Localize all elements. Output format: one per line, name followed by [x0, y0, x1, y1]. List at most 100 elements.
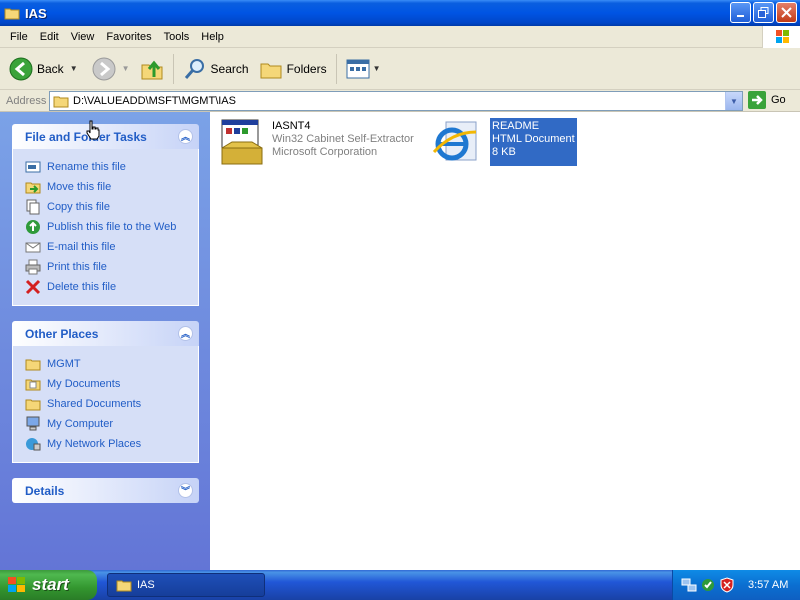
windows-flag-icon [8, 577, 25, 592]
task-email[interactable]: E-mail this file [25, 237, 198, 257]
place-label: My Computer [47, 418, 114, 430]
task-publish[interactable]: Publish this file to the Web [25, 217, 198, 237]
window-title: IAS [25, 5, 47, 21]
other-places-panel: Other Places ︽ MGMT My Documents Shared … [12, 321, 199, 463]
address-field[interactable]: D:\VALUEADD\MSFT\MGMT\IAS ▼ [49, 91, 743, 111]
menu-view[interactable]: View [65, 31, 101, 43]
go-button[interactable]: Go [748, 91, 786, 109]
place-mgmt[interactable]: MGMT [25, 354, 198, 374]
views-icon [346, 59, 370, 78]
up-folder-icon [141, 60, 163, 79]
menu-file[interactable]: File [4, 31, 34, 43]
address-bar: Address D:\VALUEADD\MSFT\MGMT\IAS ▼ Go [0, 90, 800, 112]
place-label: My Network Places [47, 438, 142, 450]
folders-button[interactable]: Folders [256, 52, 330, 86]
folders-icon [260, 63, 282, 78]
menu-favorites[interactable]: Favorites [100, 31, 157, 43]
security-shield-icon[interactable] [719, 577, 735, 593]
copy-icon [25, 199, 41, 215]
place-network[interactable]: My Network Places [25, 434, 198, 454]
printer-icon [25, 259, 41, 275]
taskbar-item-ias[interactable]: IAS [107, 573, 265, 597]
chevron-down-icon: ▼ [730, 96, 738, 106]
ie-html-icon [432, 118, 480, 166]
panel-title: Details [25, 483, 65, 498]
place-label: My Documents [47, 378, 121, 390]
collapse-icon[interactable]: ︽ [178, 129, 193, 144]
my-documents-icon [25, 376, 41, 392]
task-print[interactable]: Print this file [25, 257, 198, 277]
go-label: Go [771, 94, 786, 106]
chevron-down-icon[interactable]: ▼ [70, 64, 78, 73]
menu-edit[interactable]: Edit [34, 31, 65, 43]
file-list: IASNT4 Win32 Cabinet Self-Extractor Micr… [210, 112, 800, 570]
back-button[interactable]: Back ▼ [6, 52, 81, 86]
installer-icon [218, 118, 266, 166]
chevron-down-icon[interactable]: ▼ [122, 64, 130, 73]
title-bar: IAS [0, 0, 800, 26]
toolbar-separator [335, 53, 337, 84]
task-move[interactable]: Move this file [25, 177, 198, 197]
file-company: Microsoft Corporation [272, 146, 378, 158]
rename-icon [25, 159, 41, 175]
address-path: D:\VALUEADD\MSFT\MGMT\IAS [73, 95, 236, 107]
file-size: 8 KB [492, 146, 516, 158]
task-label: Rename this file [47, 161, 126, 173]
task-label: Publish this file to the Web [47, 221, 177, 233]
move-icon [25, 179, 41, 195]
update-tray-icon[interactable] [700, 577, 716, 593]
windows-logo [762, 26, 800, 48]
network-places-icon [25, 436, 41, 452]
task-label: Print this file [47, 261, 107, 273]
file-item-iasnt4[interactable]: IASNT4 Win32 Cabinet Self-Extractor Micr… [218, 118, 414, 166]
expand-icon[interactable]: ︾ [178, 483, 193, 498]
file-folder-tasks-panel: File and Folder Tasks ︽ Rename this file… [12, 124, 199, 306]
file-type: HTML Document [492, 133, 575, 145]
details-header[interactable]: Details ︾ [12, 478, 199, 503]
task-copy[interactable]: Copy this file [25, 197, 198, 217]
system-tray: 3:57 AM [672, 570, 800, 600]
start-label: start [32, 575, 69, 594]
task-label: Move this file [47, 181, 112, 193]
address-label: Address [6, 94, 47, 107]
forward-button[interactable]: ▼ [89, 52, 133, 86]
restore-icon [758, 7, 769, 18]
address-dropdown-button[interactable]: ▼ [725, 92, 742, 110]
file-name: IASNT4 [272, 120, 311, 132]
close-button[interactable] [776, 2, 797, 23]
folder-icon [25, 356, 41, 372]
chevron-down-icon[interactable]: ▼ [373, 64, 381, 73]
my-computer-icon [25, 416, 41, 432]
publish-web-icon [25, 219, 41, 235]
task-rename[interactable]: Rename this file [25, 157, 198, 177]
taskbar: start IAS 3:57 AM [0, 570, 800, 600]
maximize-button[interactable] [753, 2, 774, 23]
collapse-icon[interactable]: ︽ [178, 326, 193, 341]
forward-arrow-icon [92, 57, 116, 80]
network-tray-icon[interactable] [681, 577, 697, 593]
search-icon [184, 58, 204, 79]
go-arrow-icon [748, 91, 766, 109]
other-places-header[interactable]: Other Places ︽ [12, 321, 199, 346]
place-shared-documents[interactable]: Shared Documents [25, 394, 198, 414]
menu-help[interactable]: Help [195, 31, 230, 43]
start-button[interactable]: start [0, 570, 97, 600]
folders-label: Folders [286, 61, 327, 76]
minimize-button[interactable] [730, 2, 751, 23]
file-folder-tasks-header[interactable]: File and Folder Tasks ︽ [12, 124, 199, 149]
up-folder-button[interactable] [137, 52, 167, 86]
file-item-readme[interactable]: README HTML Document 8 KB [432, 118, 577, 166]
back-label: Back [37, 61, 64, 76]
search-label: Search [210, 61, 249, 76]
place-my-documents[interactable]: My Documents [25, 374, 198, 394]
search-button[interactable]: Search [180, 52, 252, 86]
views-button[interactable]: ▼ [343, 52, 384, 86]
folder-icon [4, 8, 20, 20]
toolbar-separator [172, 53, 174, 84]
task-delete[interactable]: Delete this file [25, 277, 198, 297]
place-my-computer[interactable]: My Computer [25, 414, 198, 434]
task-pane: File and Folder Tasks ︽ Rename this file… [0, 112, 210, 570]
back-arrow-icon [9, 57, 33, 80]
taskbar-item-label: IAS [137, 579, 155, 591]
menu-tools[interactable]: Tools [158, 31, 196, 43]
